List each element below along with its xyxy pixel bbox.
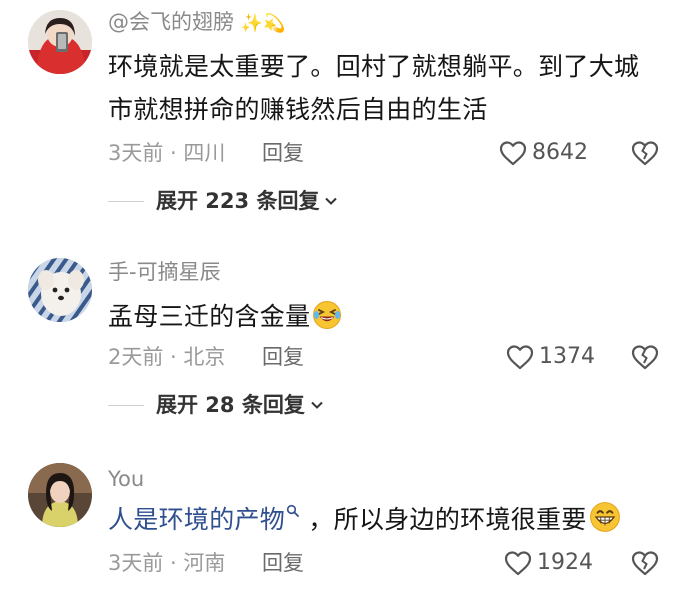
search-icon <box>287 504 300 517</box>
like-count: 1374 <box>539 344 595 369</box>
divider <box>108 200 144 202</box>
like-button[interactable]: 1924 <box>503 549 593 577</box>
heart-icon <box>499 141 527 166</box>
heart-icon <box>506 345 534 370</box>
divider <box>108 404 144 406</box>
username[interactable]: @会飞的翅膀 ✨💫 <box>108 8 286 38</box>
like-count: 8642 <box>532 140 588 165</box>
avatar-image <box>28 10 92 74</box>
expand-replies-button[interactable]: 展开 223 条回复 <box>108 187 339 215</box>
avatar[interactable] <box>28 10 92 74</box>
comment-text-line-2: 市就想拼命的赚钱然后自由的生活 <box>108 95 488 124</box>
username[interactable]: 手-可摘星辰 <box>108 258 221 286</box>
avatar-image <box>28 463 92 527</box>
like-button[interactable]: 1374 <box>505 343 595 371</box>
avatar[interactable] <box>28 463 92 527</box>
like-button[interactable]: 8642 <box>498 139 588 167</box>
avatar[interactable] <box>28 258 92 322</box>
reply-button[interactable]: 回复 <box>262 343 304 371</box>
comment-text: 人是环境的产物 ，所以身边的环境很重要 <box>108 498 668 541</box>
time-location: 2天前 · 北京 <box>108 345 226 369</box>
avatar-image <box>28 258 92 322</box>
chevron-down-icon <box>325 197 338 205</box>
comment-text: 孟母三迁的含金量 <box>108 295 668 338</box>
heart-icon <box>504 551 532 576</box>
broken-heart-icon[interactable] <box>630 139 660 167</box>
like-count: 1924 <box>537 550 593 575</box>
broken-heart-icon[interactable] <box>630 549 660 577</box>
search-link-text: 人是环境的产物 <box>108 505 286 534</box>
grinning-emoji-icon <box>589 502 620 532</box>
comment-text-body: 孟母三迁的含金量 <box>108 302 311 331</box>
reply-button[interactable]: 回复 <box>262 139 304 167</box>
expand-replies-button[interactable]: 展开 28 条回复 <box>108 391 325 419</box>
comment-text-body: ，所以身边的环境很重要 <box>308 505 587 534</box>
expand-replies-label: 展开 223 条回复 <box>156 189 320 213</box>
chevron-down-icon <box>311 401 323 409</box>
broken-heart-icon[interactable] <box>630 343 660 371</box>
reply-button[interactable]: 回复 <box>262 549 304 577</box>
username-text: @会飞的翅膀 <box>108 10 234 34</box>
time-location: 3天前 · 河南 <box>108 551 226 575</box>
expand-replies-label: 展开 28 条回复 <box>156 393 305 417</box>
time-location: 3天前 · 四川 <box>108 141 226 165</box>
laughing-crying-emoji-icon <box>313 301 342 329</box>
sparkle-icon: ✨💫 <box>240 13 286 34</box>
username[interactable]: You <box>108 465 144 493</box>
search-link[interactable]: 人是环境的产物 <box>108 504 308 534</box>
comment-text: 环境就是太重要了。回村了就想躺平。到了大城 市就想拼命的赚钱然后自由的生活 <box>108 45 668 131</box>
comment-text-line-1: 环境就是太重要了。回村了就想躺平。到了大城 <box>108 52 640 81</box>
